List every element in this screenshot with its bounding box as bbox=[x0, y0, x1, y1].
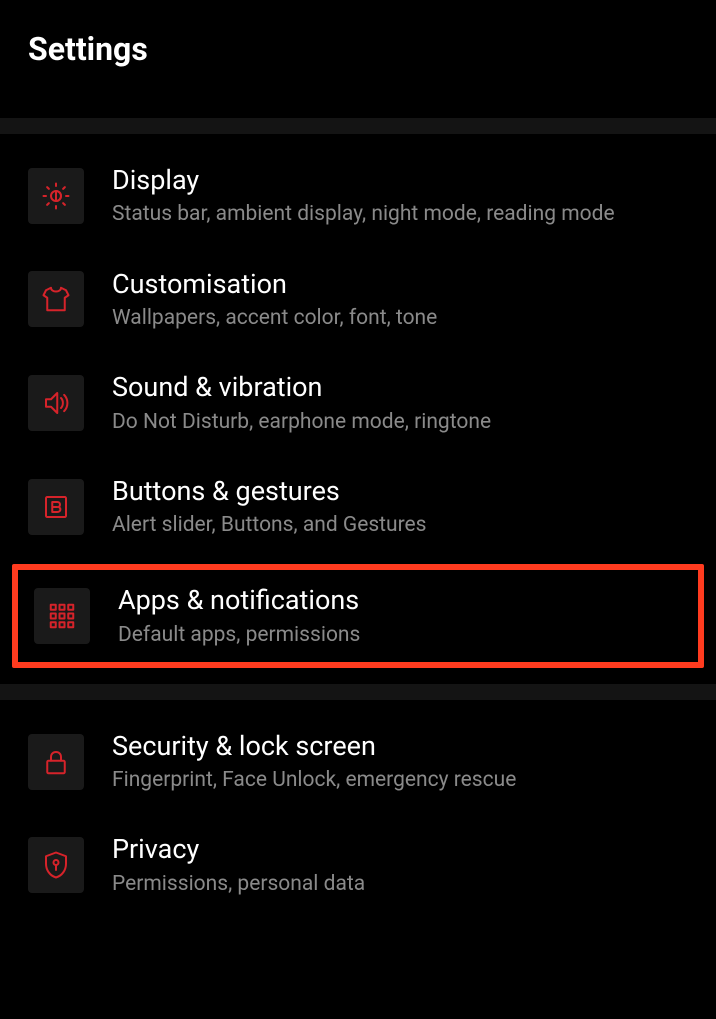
settings-item-title: Apps & notifications bbox=[118, 584, 360, 616]
lock-icon bbox=[28, 734, 84, 790]
settings-item-title: Sound & vibration bbox=[112, 371, 491, 403]
settings-item-privacy[interactable]: Privacy Permissions, personal data bbox=[0, 813, 716, 917]
settings-item-subtitle: Status bar, ambient display, night mode,… bbox=[112, 202, 615, 227]
settings-item-text: Buttons & gestures Alert slider, Buttons,… bbox=[112, 475, 427, 539]
shirt-icon bbox=[28, 271, 84, 327]
settings-item-title: Customisation bbox=[112, 268, 437, 300]
settings-item-text: Security & lock screen Fingerprint, Face … bbox=[112, 730, 516, 794]
brightness-icon bbox=[28, 168, 84, 224]
settings-section: Display Status bar, ambient display, nigh… bbox=[0, 134, 716, 684]
settings-item-display[interactable]: Display Status bar, ambient display, nigh… bbox=[0, 144, 716, 248]
settings-item-subtitle: Fingerprint, Face Unlock, emergency resc… bbox=[112, 768, 516, 793]
settings-item-subtitle: Permissions, personal data bbox=[112, 872, 365, 897]
button-b-icon bbox=[28, 479, 84, 535]
section-divider bbox=[0, 118, 716, 134]
settings-item-title: Privacy bbox=[112, 833, 365, 865]
settings-item-subtitle: Alert slider, Buttons, and Gestures bbox=[112, 513, 427, 538]
settings-item-title: Display bbox=[112, 164, 615, 196]
settings-item-text: Privacy Permissions, personal data bbox=[112, 833, 365, 897]
settings-item-security[interactable]: Security & lock screen Fingerprint, Face … bbox=[0, 710, 716, 814]
section-divider bbox=[0, 684, 716, 700]
page-title: Settings bbox=[28, 30, 688, 68]
settings-item-customisation[interactable]: Customisation Wallpapers, accent color, f… bbox=[0, 248, 716, 352]
settings-item-title: Buttons & gestures bbox=[112, 475, 427, 507]
grid-icon bbox=[34, 588, 90, 644]
settings-section: Security & lock screen Fingerprint, Face … bbox=[0, 700, 716, 927]
settings-item-buttons[interactable]: Buttons & gestures Alert slider, Buttons,… bbox=[0, 455, 716, 559]
shield-key-icon bbox=[28, 837, 84, 893]
settings-item-text: Apps & notifications Default apps, permis… bbox=[118, 584, 360, 648]
settings-header: Settings bbox=[0, 0, 716, 118]
speaker-icon bbox=[28, 375, 84, 431]
settings-item-title: Security & lock screen bbox=[112, 730, 516, 762]
settings-item-subtitle: Default apps, permissions bbox=[118, 623, 360, 648]
settings-item-text: Display Status bar, ambient display, nigh… bbox=[112, 164, 615, 228]
settings-item-apps[interactable]: Apps & notifications Default apps, permis… bbox=[12, 564, 704, 668]
settings-item-sound[interactable]: Sound & vibration Do Not Disturb, earphon… bbox=[0, 351, 716, 455]
settings-item-subtitle: Wallpapers, accent color, font, tone bbox=[112, 306, 437, 331]
settings-item-subtitle: Do Not Disturb, earphone mode, ringtone bbox=[112, 410, 491, 435]
settings-item-text: Customisation Wallpapers, accent color, f… bbox=[112, 268, 437, 332]
settings-item-text: Sound & vibration Do Not Disturb, earphon… bbox=[112, 371, 491, 435]
